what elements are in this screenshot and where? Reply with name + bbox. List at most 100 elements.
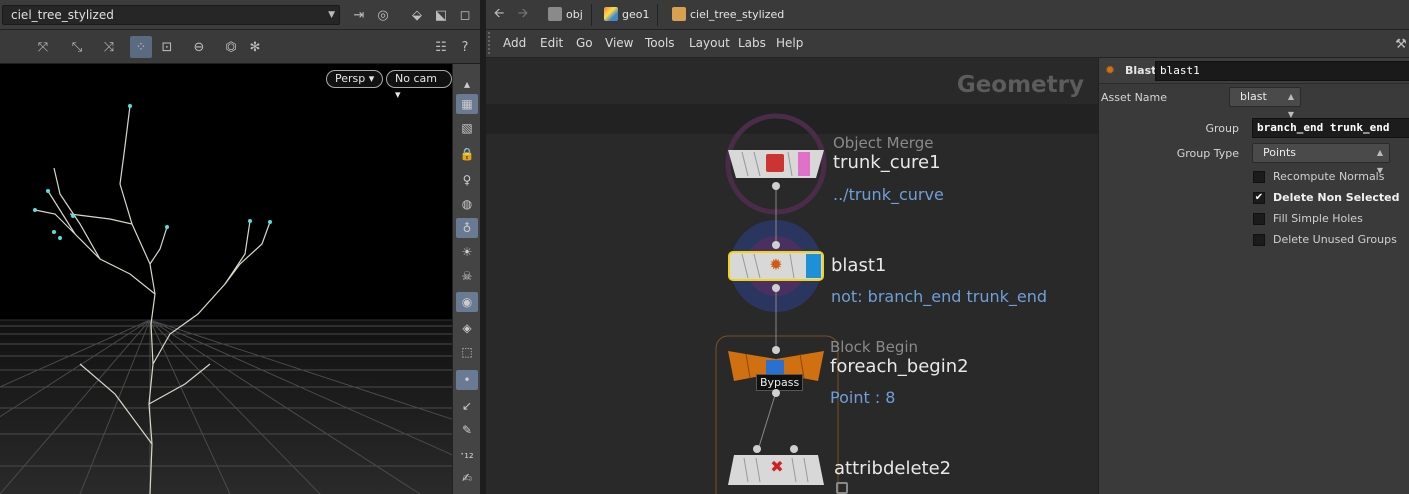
lock-icon[interactable]: 🔒 (456, 144, 478, 164)
bulb-icon[interactable]: ♁ (456, 218, 478, 238)
drag-handle[interactable] (488, 32, 492, 54)
target-icon[interactable]: ◎ (372, 4, 394, 26)
checkbox-delete-non-selected[interactable]: ✔ (1253, 192, 1265, 204)
help-icon[interactable]: ? (454, 36, 476, 58)
geo-icon (604, 7, 618, 21)
sphere-icon[interactable]: ◍ (456, 194, 478, 214)
checkbox-fill-simple-holes[interactable] (1253, 213, 1265, 225)
param-header: ✹ Blast blast1 (1099, 58, 1409, 84)
object-dropdown[interactable]: ciel_tree_stylized ▼ (2, 5, 340, 25)
layout-icon[interactable]: ☷ (430, 36, 452, 58)
camera-persp-menu[interactable]: Persp ▾ (326, 70, 384, 88)
object-dropdown-value: ciel_tree_stylized (11, 8, 114, 22)
forward-icon[interactable]: 🡪 (512, 4, 534, 26)
viewer-header: ciel_tree_stylized ▼ ⇥ ◎ ⬙ ⬕ ◻ (0, 0, 480, 30)
object-merge-icon (766, 154, 784, 172)
node-info-label: not: branch_end trunk_end (831, 287, 1048, 306)
visibility-icon[interactable]: ◈ (456, 318, 478, 338)
checkbox-recompute-normals[interactable] (1253, 171, 1265, 183)
menu-layout[interactable]: Layout (689, 36, 730, 50)
checkbox-label: Recompute Normals (1273, 170, 1385, 183)
node-name-label: blast1 (831, 255, 887, 276)
camera-icon[interactable]: ⬚ (456, 342, 478, 362)
node-name-field[interactable]: blast1 (1155, 61, 1409, 81)
maximize-icon[interactable]: ◻ (454, 4, 476, 26)
input-port-2[interactable] (790, 445, 798, 453)
network-menu-bar: Add Edit Go View Tools Layout Labs Help … (486, 30, 1409, 58)
select-mode-icon[interactable]: ⤧ (32, 36, 54, 58)
breadcrumb-geo1[interactable]: geo1 (598, 4, 658, 26)
stop-icon[interactable]: ⊖ (188, 36, 210, 58)
menu-add[interactable]: Add (503, 36, 526, 50)
output-port[interactable] (772, 389, 780, 397)
attribdelete-icon: ✖ (770, 457, 784, 476)
checkbox-delete-unused-groups[interactable] (1253, 234, 1265, 246)
breadcrumb-obj-label: obj (566, 8, 583, 21)
back-icon[interactable]: 🡨 (488, 4, 510, 26)
group-field[interactable]: branch_end trunk_end (1252, 118, 1409, 138)
node-info-label: Point : 8 (830, 388, 896, 407)
select-edges-icon[interactable]: ⤡ (66, 36, 88, 58)
select-visible-icon[interactable]: ⊡ (156, 36, 178, 58)
checkbox-label: Delete Unused Groups (1273, 233, 1397, 246)
input-port[interactable] (772, 241, 780, 249)
parameter-pane: ✹ Blast blast1 Asset Name blast ▲ ▼ Group… (1098, 58, 1409, 494)
camera-cam-label: No cam (395, 72, 437, 85)
input-port[interactable] (753, 445, 761, 453)
block-begin-icon (766, 360, 784, 374)
blast-icon: ✹ (1105, 63, 1116, 77)
menu-go[interactable]: Go (576, 36, 593, 50)
point-numbers-icon[interactable]: ·₁₂ (456, 444, 478, 464)
group-type-value: Points (1263, 146, 1297, 159)
output-port[interactable] (772, 284, 780, 292)
breadcrumb-ciel-tree[interactable]: ciel_tree_stylized (666, 4, 796, 26)
chevron-down-icon: ▼ (328, 10, 335, 20)
network-editor[interactable]: Geometry Object Merge trunk_cure1 ../tru… (486, 58, 1098, 494)
menu-view[interactable]: View (605, 36, 633, 50)
output-port[interactable] (772, 182, 780, 190)
node-type-label: Block Begin (830, 338, 919, 356)
viewer-side-toolbar: ▴ ▦ ▧ 🔒 ♀ ◍ ♁ ☀ ☠ ◉ ◈ ⬚ • ↙ ✎ ·₁₂ ✍ (452, 64, 480, 494)
template-icon[interactable]: ▧ (456, 118, 478, 138)
viewer-toolbar: ⤧ ⤡ ⤨ ⁘ ⊡ ⊖ ⏣ ✻ ☷ ? (0, 30, 480, 64)
checkbox-label: Fill Simple Holes (1273, 212, 1363, 225)
pin-icon[interactable]: ⇥ (348, 4, 370, 26)
breadcrumb-geo1-label: geo1 (622, 8, 650, 21)
menu-help[interactable]: Help (776, 36, 803, 50)
display-mode-icon[interactable]: ▦ (456, 94, 478, 114)
obj-icon (548, 7, 562, 21)
asset-name-menu[interactable]: blast ▲ ▼ (1229, 87, 1301, 119)
brush-icon[interactable]: ✎ (456, 420, 478, 440)
point-display-icon[interactable]: • (456, 370, 478, 390)
breadcrumb-obj[interactable]: obj (542, 4, 592, 26)
skull-icon[interactable]: ☠ (456, 266, 478, 286)
network-pane: 🡨 🡪 obj geo1 ciel_tree_stylized Add Edit… (486, 0, 1409, 494)
display-options-icon[interactable]: ⬙ (406, 4, 428, 26)
snap-icon[interactable]: ⏣ (220, 36, 242, 58)
normal-icon[interactable]: ↙ (456, 396, 478, 416)
wrench-icon[interactable]: ⚒ (1390, 33, 1409, 55)
path-bar: 🡨 🡪 obj geo1 ciel_tree_stylized (486, 0, 1409, 30)
camera-cam-menu[interactable]: No cam ▾ (386, 70, 452, 101)
camera-persp-label: Persp (335, 72, 366, 85)
shading-icon[interactable]: ⬕ (430, 4, 452, 26)
menu-edit[interactable]: Edit (540, 36, 563, 50)
gear-icon[interactable]: ✻ (244, 36, 266, 58)
light-icon[interactable]: ♀ (456, 170, 478, 190)
node-name-label: attribdelete2 (834, 458, 952, 479)
asset-name-label: Asset Name (1101, 91, 1168, 104)
menu-labs[interactable]: Labs (738, 36, 766, 50)
ghost-icon[interactable]: ◉ (456, 292, 478, 312)
menu-tools[interactable]: Tools (645, 36, 675, 50)
select-faces-icon[interactable]: ⤨ (98, 36, 120, 58)
scroll-up-icon[interactable]: ▴ (456, 74, 478, 94)
headlight-icon[interactable]: ☀ (456, 242, 478, 262)
lock-icon[interactable] (836, 482, 848, 494)
group-type-menu[interactable]: Points ▲ ▼ (1252, 143, 1390, 175)
paint-icon[interactable]: ✍ (456, 468, 478, 488)
node-name-label: foreach_begin2 (830, 356, 969, 377)
bypass-flag: Bypass (756, 374, 804, 391)
group-type-label: Group Type (1176, 147, 1239, 160)
select-points-icon[interactable]: ⁘ (130, 36, 152, 58)
3d-viewport[interactable]: Persp ▾ No cam ▾ (0, 64, 452, 494)
